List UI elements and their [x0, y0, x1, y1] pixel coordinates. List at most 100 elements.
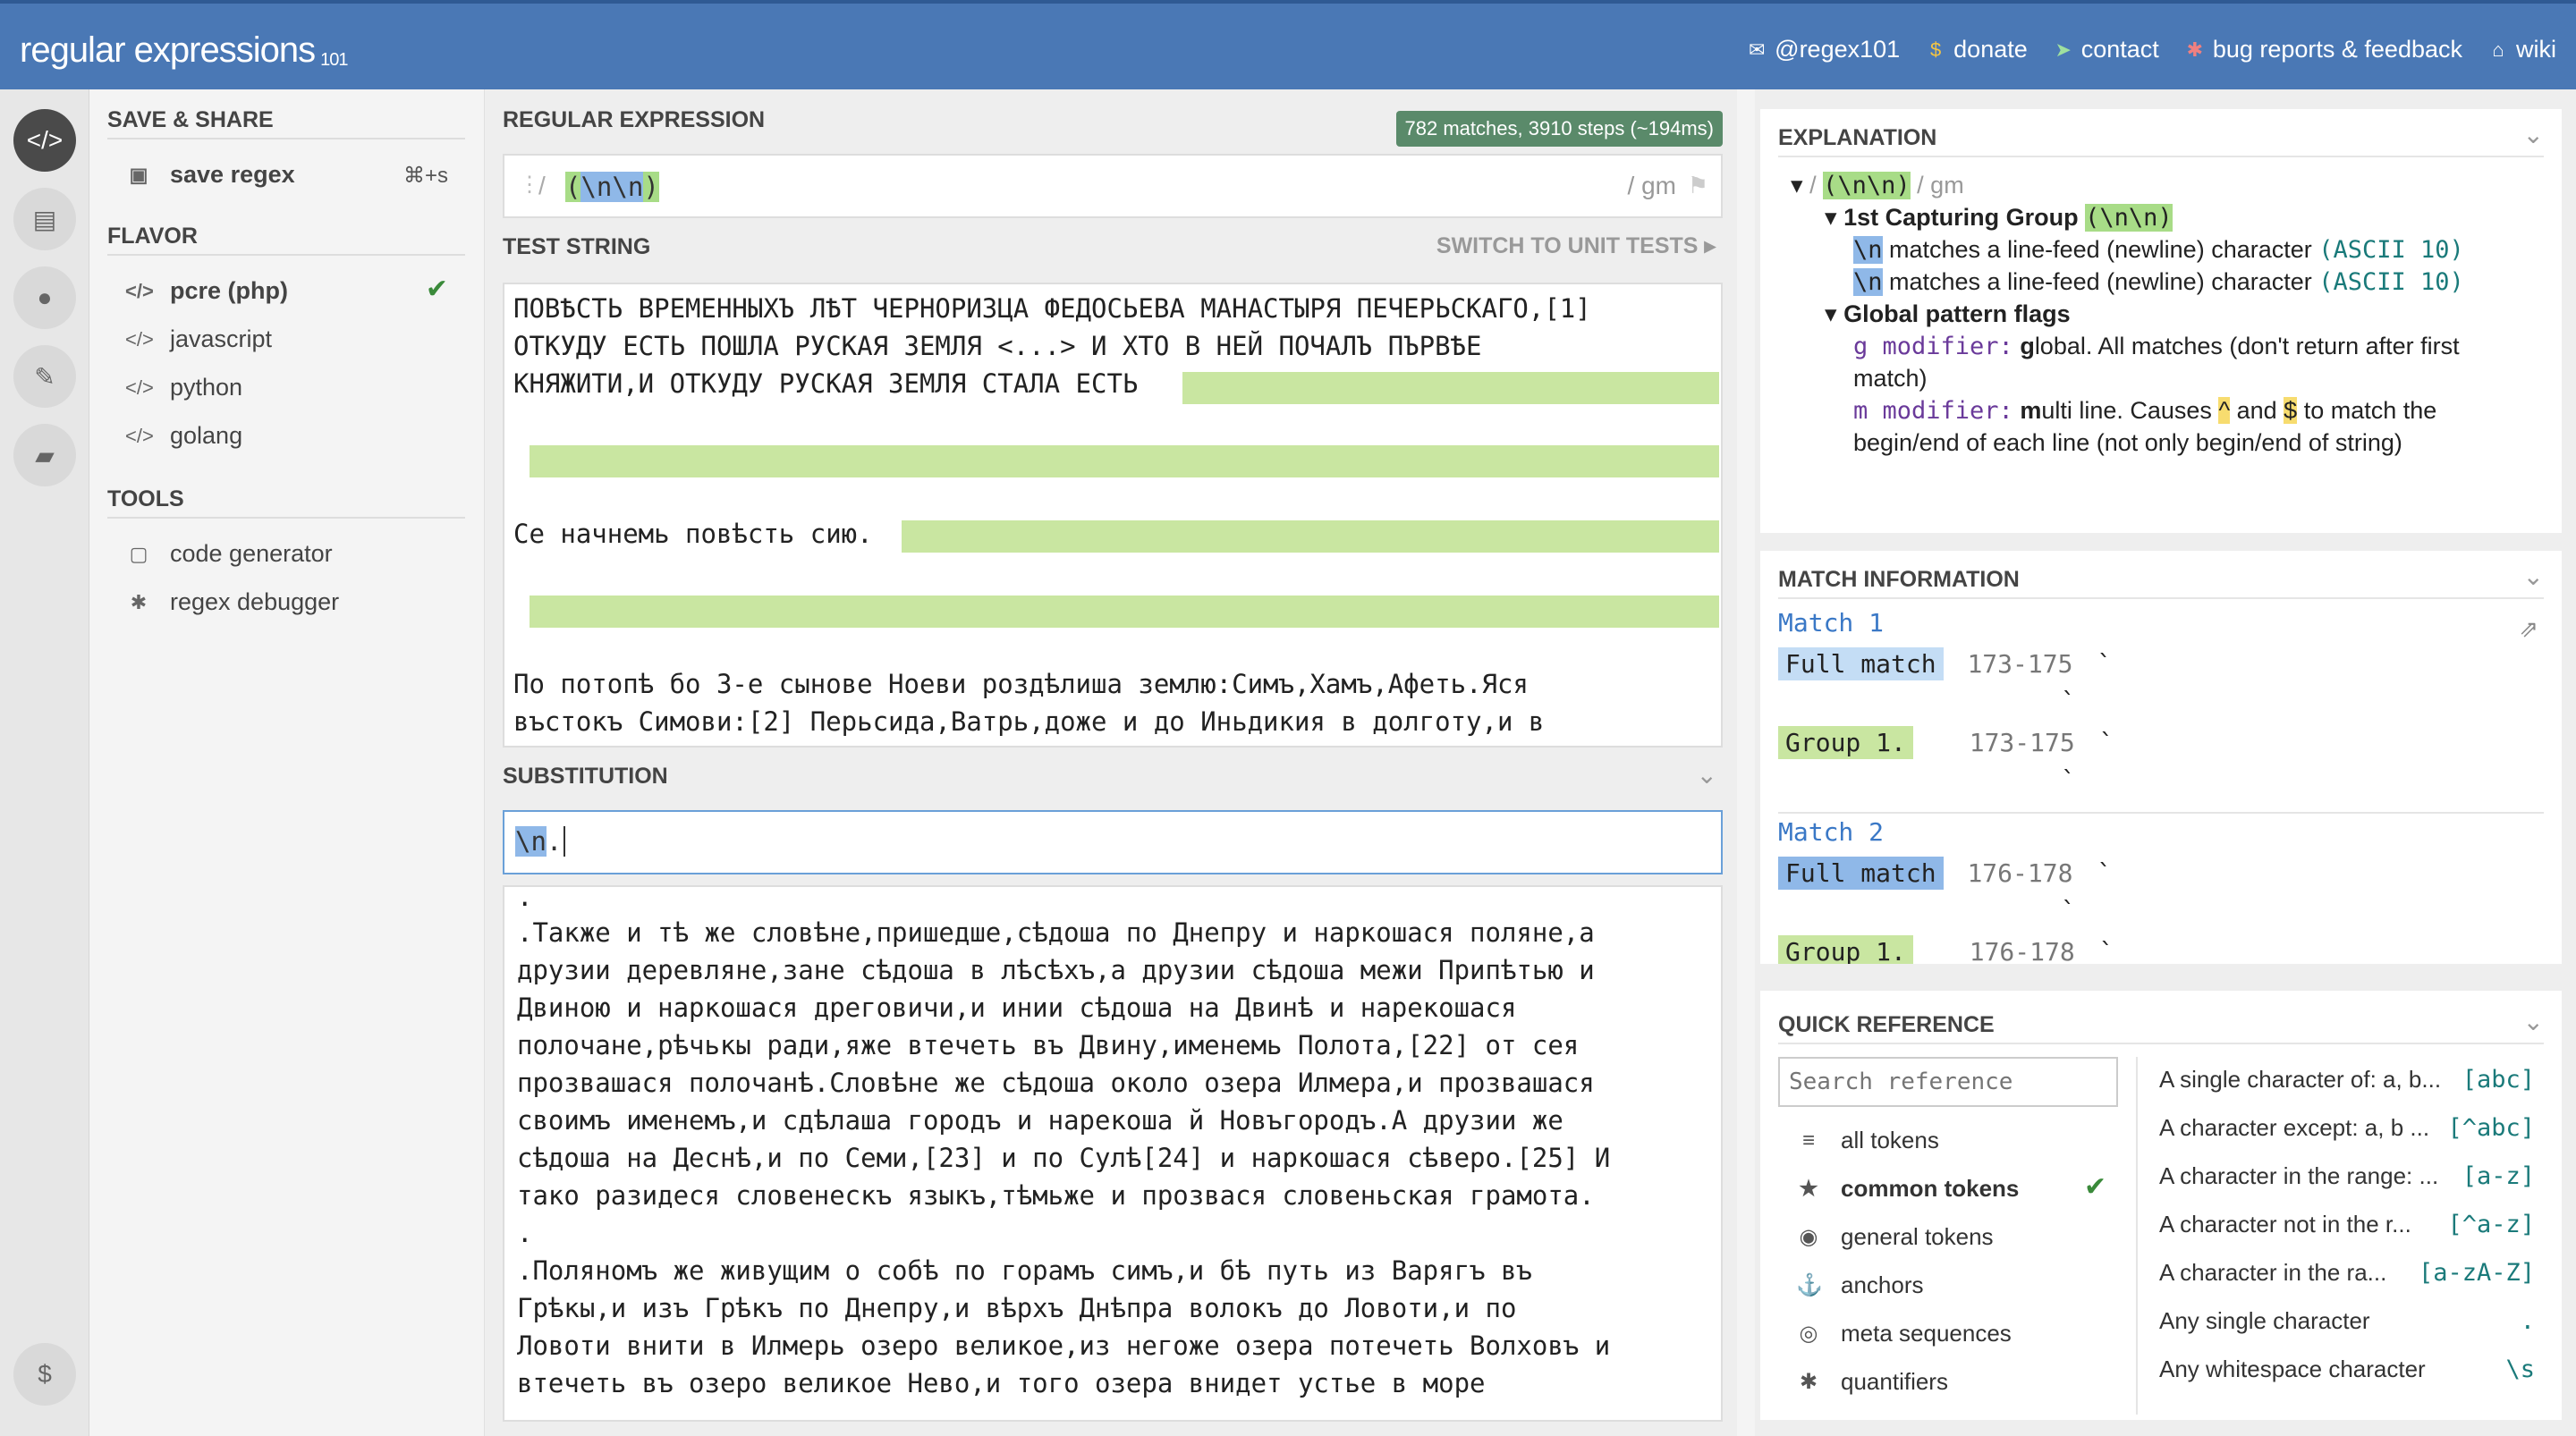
qr-category-anchors[interactable]: ⚓ anchors: [1796, 1271, 1924, 1299]
caret-token: ^: [2218, 397, 2231, 424]
test-line: Се начнемь повѣсть сию.: [513, 519, 873, 549]
substitution-input[interactable]: \n.: [503, 810, 1723, 874]
qr-item[interactable]: Any whitespace character \s: [2159, 1356, 2535, 1383]
nav-donate[interactable]: $ donate: [1925, 36, 2028, 63]
logo[interactable]: regular expressions 101: [20, 30, 348, 71]
dollar-icon[interactable]: $: [13, 1343, 76, 1406]
match-value: `: [2097, 858, 2113, 888]
group-label: Group 1.: [1778, 726, 1913, 759]
token-explanation: \n matches a line-feed (newline) charact…: [1853, 236, 2464, 264]
chat-icon[interactable]: ▰: [13, 424, 76, 486]
g-mod: g modifier:: [1853, 333, 2013, 360]
match-range: 173-175: [1967, 649, 2073, 679]
result-line: своимъ именемъ,и сдѣлаша городъ и нареко…: [517, 1105, 1563, 1136]
chevron-down-icon[interactable]: ⌄: [2523, 562, 2544, 591]
code-icon[interactable]: </>: [13, 109, 76, 172]
capturing-group-node[interactable]: ▾ 1st Capturing Group (\n\n): [1825, 204, 2173, 232]
result-line: Двиною и наркошася дреговичи,и инии сѣдо…: [517, 993, 1517, 1023]
chevron-down-icon[interactable]: ⌄: [2523, 1007, 2544, 1036]
root-flags: / gm: [1917, 172, 1964, 199]
qr-item[interactable]: A character in the ra... [a-zA-Z]: [2159, 1259, 2535, 1287]
substitution-title: Substitution: [503, 764, 668, 789]
match-info-title: Match Information: [1778, 567, 2020, 592]
triangle-down-icon: ▾: [1825, 300, 1837, 327]
test-string-editor[interactable]: ПОВѢСТЬ ВРЕМЕННЫХЪ ЛѢТ ЧЕРНОРИЗЦА ФЕДОСЬ…: [503, 283, 1723, 748]
code-icon: </>: [125, 279, 154, 302]
share-icon[interactable]: ⇗: [2519, 615, 2538, 643]
flag-icon[interactable]: ⚑: [1688, 172, 1708, 199]
flavor-python[interactable]: </> python: [125, 374, 242, 401]
group-pattern: (\n\n): [2085, 204, 2173, 232]
substitution-result[interactable]: . .Также и тѣ же словѣне,пришедше,сѣдоша…: [503, 885, 1723, 1422]
group-match-row[interactable]: Group 1. 173-175 `: [1778, 726, 2114, 759]
category-label: all tokens: [1841, 1127, 1939, 1153]
regex-input[interactable]: ⋮ / (\n\n) / gm ⚑: [503, 154, 1723, 218]
match-highlight: [1182, 372, 1719, 404]
group-value: `: [2098, 728, 2114, 757]
flags-node[interactable]: ▾ Global pattern flags: [1825, 300, 2071, 328]
search-reference-input[interactable]: [1778, 1057, 2118, 1107]
drag-handle-icon[interactable]: ⋮: [519, 172, 540, 198]
tool-code-generator[interactable]: ▢ code generator: [125, 540, 333, 568]
category-label: general tokens: [1841, 1223, 1994, 1250]
group-match-row[interactable]: Group 1. 176-178 `: [1778, 935, 2114, 964]
tool-label: regex debugger: [170, 588, 340, 615]
flavor-pcre[interactable]: </> pcre (php): [125, 277, 288, 305]
chevron-down-icon[interactable]: ⌄: [2523, 120, 2544, 149]
tool-regex-debugger[interactable]: ✱ regex debugger: [125, 588, 339, 616]
test-string-title: Test String: [503, 234, 651, 259]
root-slash: /: [1809, 172, 1817, 199]
chevron-right-icon: ▸: [1704, 233, 1716, 258]
flavor-javascript[interactable]: </> javascript: [125, 325, 272, 353]
paper-plane-icon: ➤: [2055, 38, 2072, 61]
bug-icon: ✱: [2186, 38, 2204, 61]
test-line: По потопѣ бо 3-е сынове Ноеви роздѣлиша …: [513, 669, 1529, 699]
divider: [107, 138, 465, 139]
qr-category-quantifiers[interactable]: ✱ quantifiers: [1796, 1368, 1948, 1396]
m-mod: m modifier:: [1853, 397, 2013, 425]
group-label: Group 1.: [1778, 935, 1913, 964]
check-icon: ✔: [2084, 1172, 2107, 1202]
switch-unit-tests-link[interactable]: Switch to Unit Tests ▸: [1436, 232, 1716, 259]
save-regex-button[interactable]: ▣ save regex: [125, 161, 295, 189]
nav-label: wiki: [2516, 36, 2556, 63]
icon-bar: </> ▤ ● ✎ ▰ $: [0, 89, 89, 1436]
user-icon[interactable]: ●: [13, 266, 76, 329]
switch-label: Switch to Unit Tests: [1436, 233, 1699, 258]
full-match-row[interactable]: Full match 173-175 `: [1778, 647, 2112, 680]
result-line: .: [517, 1218, 533, 1248]
circle-dot-icon: ◉: [1799, 1225, 1818, 1249]
qr-item[interactable]: A character not in the r... [^a-z]: [2159, 1211, 2535, 1238]
qr-category-common[interactable]: ★ common tokens: [1796, 1175, 2019, 1203]
qr-item[interactable]: Any single character.: [2159, 1307, 2535, 1335]
m-modifier: m modifier: multi line. Causes ^ and $ t…: [1853, 397, 2436, 425]
nav-wiki[interactable]: ⌂ wiki: [2487, 36, 2556, 63]
code-icon: </>: [125, 376, 154, 399]
qr-item[interactable]: A character in the range: ... [a-z]: [2159, 1162, 2535, 1190]
category-label: quantifiers: [1841, 1368, 1948, 1395]
triangle-down-icon: ▾: [1791, 172, 1803, 199]
main-panel: Regular Expression 782 matches, 3910 ste…: [485, 89, 1737, 1436]
flavor-golang[interactable]: </> golang: [125, 422, 242, 450]
library-icon[interactable]: ▤: [13, 188, 76, 250]
tools-title: Tools: [107, 486, 184, 511]
qr-item[interactable]: A character except: a, b ... [^abc]: [2159, 1114, 2535, 1142]
group-value: `: [2098, 937, 2114, 964]
chevron-down-icon[interactable]: ⌄: [1697, 760, 1717, 790]
qr-category-all[interactable]: ≡ all tokens: [1796, 1127, 1939, 1154]
qr-token: [a-zA-Z]: [2418, 1259, 2535, 1287]
nav-bug-reports[interactable]: ✱ bug reports & feedback: [2184, 36, 2462, 63]
regex-flags[interactable]: / gm: [1628, 172, 1676, 200]
qr-desc: A character except: a, b ...: [2159, 1114, 2430, 1141]
nav-twitter[interactable]: ✉ @regex101: [1746, 36, 1900, 63]
qr-category-general[interactable]: ◉ general tokens: [1796, 1223, 1994, 1251]
qr-token: [abc]: [2462, 1066, 2535, 1094]
flavor-title: Flavor: [107, 224, 198, 249]
qr-item[interactable]: A single character of: a, b... [abc]: [2159, 1066, 2535, 1094]
wrench-icon[interactable]: ✎: [13, 345, 76, 408]
qr-token: .: [2520, 1307, 2535, 1335]
qr-category-meta[interactable]: ◎ meta sequences: [1796, 1320, 2012, 1347]
full-match-row[interactable]: Full match 176-178 `: [1778, 857, 2112, 890]
explanation-root[interactable]: ▾ / (\n\n) / gm: [1791, 172, 1964, 199]
nav-contact[interactable]: ➤ contact: [2053, 36, 2159, 63]
